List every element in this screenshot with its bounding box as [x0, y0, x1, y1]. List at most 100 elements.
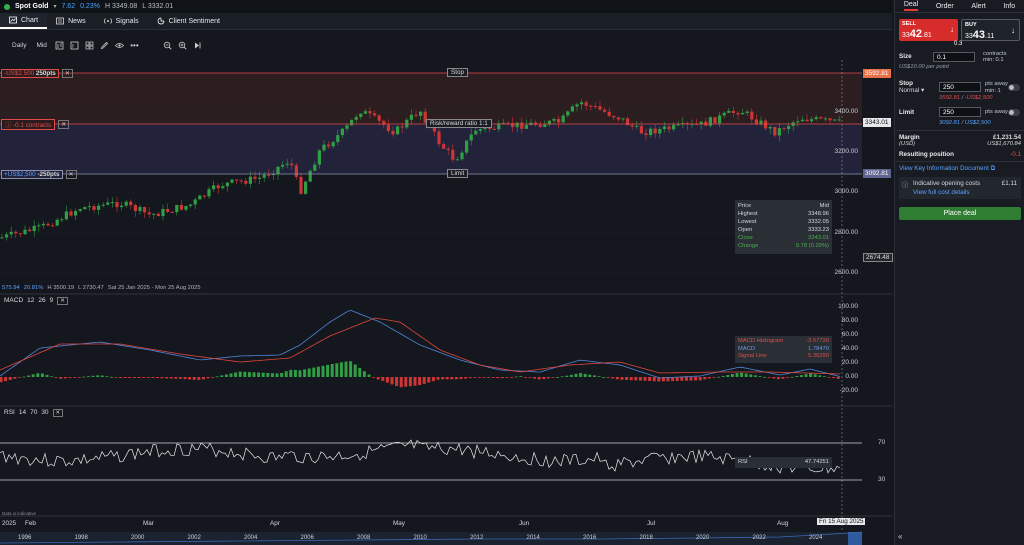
candle-body	[589, 105, 593, 107]
stop-note-amount: -US$2,500	[964, 95, 993, 101]
price-type-selector[interactable]: Mid	[34, 41, 48, 50]
close-icon[interactable]: ✕	[58, 120, 70, 129]
candle-body	[768, 126, 772, 129]
ohlc-key: Change	[738, 243, 759, 249]
stop-order-tag[interactable]: -US$2,500 250pts ✕	[1, 69, 73, 78]
tab-signals[interactable]: Signals	[95, 13, 148, 29]
macd-param: 9	[49, 297, 54, 304]
close-icon[interactable]: ✕	[65, 170, 77, 179]
full-cost-link[interactable]: View full cost details	[913, 189, 970, 196]
candle-body	[235, 179, 239, 181]
macd-param: 26	[38, 297, 46, 304]
candle-body	[524, 125, 528, 129]
position-tag[interactable]: ⓘ -0.1 contracts ✕	[1, 119, 70, 130]
candle-body	[837, 119, 841, 121]
close-icon[interactable]: ✕	[57, 297, 68, 305]
macd-bar	[804, 374, 808, 377]
kid-link[interactable]: View Key Information Document ⧉	[899, 165, 1021, 173]
candle-body	[727, 110, 731, 113]
candle-body	[221, 186, 225, 189]
candle-body	[166, 208, 170, 212]
stop-toggle[interactable]	[1008, 84, 1020, 91]
chevron-down-icon[interactable]: ▾	[53, 3, 56, 10]
zoom-in-icon[interactable]	[178, 41, 187, 50]
macd-bar	[546, 377, 550, 379]
buy-button[interactable]: BUY 3343.11 ↓	[961, 19, 1020, 41]
chart-area[interactable]: 3400.00 3200.00 3000.00 2800.00 2600.00 …	[0, 60, 893, 545]
chart-tabs: Chart News Signals Client Sentiment	[0, 13, 892, 30]
stop-label: Stop	[899, 80, 913, 87]
macd-bar	[408, 377, 412, 387]
close-icon[interactable]: ✕	[52, 409, 64, 417]
macd-bar	[330, 364, 334, 377]
limit-order-tag[interactable]: +US$2,500 -250pts ✕	[1, 170, 77, 179]
macd-bar	[82, 376, 86, 378]
macd-bar	[689, 377, 693, 381]
macd-bar	[372, 377, 376, 378]
candle-body	[170, 211, 174, 213]
limit-label[interactable]: Limit	[447, 169, 469, 178]
skip-to-end-icon[interactable]	[193, 41, 202, 50]
tab-news[interactable]: News	[47, 13, 95, 29]
macd-bar	[289, 369, 293, 377]
ohlc-key: Highest	[738, 211, 758, 217]
candle-body	[74, 211, 78, 216]
pencil-icon[interactable]	[100, 41, 109, 50]
sell-price-prefix: 33	[902, 32, 910, 39]
interval-selector[interactable]: Daily	[10, 41, 28, 50]
close-icon[interactable]: ✕	[61, 69, 73, 78]
candle-body	[350, 119, 354, 126]
double-chevron-left-icon[interactable]: «	[898, 532, 902, 541]
macd-bar	[0, 377, 3, 383]
candle-body	[409, 114, 413, 120]
margin-row: Margin £1,231.54	[899, 134, 1021, 141]
price-change: 7.62	[61, 3, 76, 10]
limit-input[interactable]: 250	[939, 107, 981, 117]
price-axis-label: 2800.00	[834, 229, 859, 236]
macd-bar	[781, 377, 785, 379]
stop-label[interactable]: Stop	[447, 68, 468, 77]
indicators-icon[interactable]: f	[70, 41, 79, 50]
eye-icon[interactable]	[114, 41, 124, 50]
candle-body	[313, 164, 317, 171]
price-axis-label: 2600.00	[834, 269, 859, 276]
tab-client-sentiment[interactable]: Client Sentiment	[148, 13, 229, 29]
sell-button[interactable]: SELL 3342.81 ↓	[899, 19, 958, 41]
candle-body	[557, 118, 561, 123]
macd-bar	[142, 377, 146, 378]
macd-bar	[694, 377, 698, 381]
macd-bar	[211, 377, 215, 378]
macd-bar	[252, 372, 256, 377]
tab-alert[interactable]: Alert	[971, 3, 985, 10]
tab-info[interactable]: Info	[1003, 3, 1015, 10]
candle-body	[175, 204, 179, 213]
candle-body	[731, 110, 735, 113]
macd-bar	[528, 377, 532, 378]
limit-price-tag: 3092.81	[863, 169, 891, 178]
macd-bar	[436, 377, 440, 380]
tab-order[interactable]: Order	[936, 3, 954, 10]
candle-body	[800, 119, 804, 122]
buy-price-prefix: 33	[965, 33, 973, 40]
macd-bar	[307, 368, 311, 377]
candle-body	[331, 142, 335, 147]
macd-bar	[358, 367, 362, 377]
macd-bar	[119, 377, 123, 379]
rsi-line	[0, 439, 841, 474]
tab-chart[interactable]: Chart	[0, 13, 48, 29]
more-icon[interactable]: •••	[130, 41, 139, 50]
macd-bar	[128, 377, 132, 378]
chart-type-icon[interactable]	[55, 41, 64, 50]
current-price-tag: 3343.01	[863, 118, 891, 127]
limit-toggle[interactable]	[1008, 109, 1020, 116]
instrument-name[interactable]: Spot Gold	[15, 3, 48, 10]
drawing-tools-icon[interactable]	[85, 41, 94, 50]
price-chart-svg[interactable]	[0, 60, 892, 545]
place-deal-button[interactable]: Place deal	[899, 207, 1021, 220]
candle-body	[87, 206, 91, 208]
zoom-out-icon[interactable]	[163, 41, 172, 50]
stop-input[interactable]: 250	[939, 82, 981, 92]
size-input[interactable]: 0.1	[933, 52, 975, 62]
tab-deal[interactable]: Deal	[903, 1, 919, 11]
x-axis-label: 2025	[2, 520, 17, 527]
